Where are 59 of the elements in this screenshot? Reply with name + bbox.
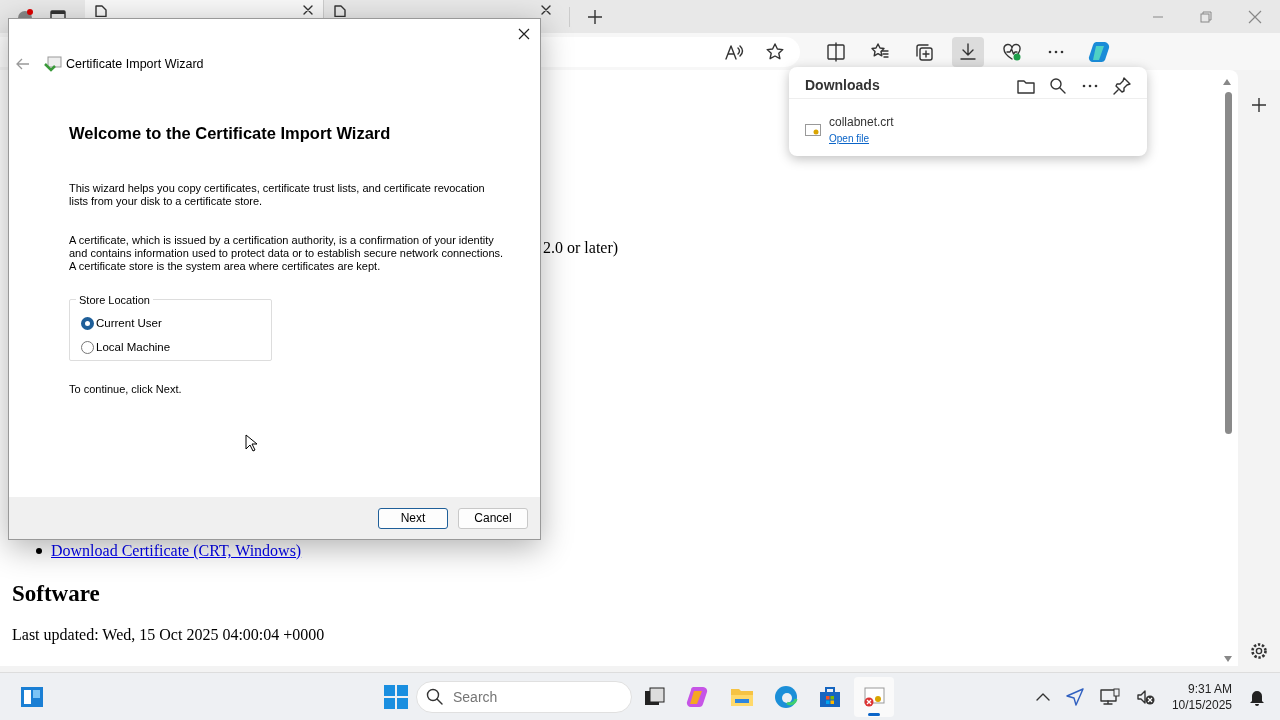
network-icon[interactable] — [1099, 687, 1120, 706]
clock-date: 10/15/2025 — [1171, 696, 1232, 713]
health-icon[interactable] — [1002, 41, 1022, 62]
read-aloud-icon[interactable] — [724, 42, 744, 61]
page-text: Last updated: Wed, 15 Oct 2025 04:00:04 +0000 — [12, 625, 325, 646]
radio-label: Local Machine — [96, 339, 171, 355]
search-icon[interactable] — [1049, 76, 1067, 95]
clock-time: 9:31 AM — [1186, 680, 1232, 697]
certificate-icon — [44, 56, 62, 73]
wizard-button[interactable]: Cancel — [458, 507, 528, 529]
certificate-icon — [805, 122, 821, 137]
back-icon[interactable] — [16, 58, 30, 71]
close-icon[interactable] — [541, 5, 551, 15]
close-icon[interactable] — [518, 28, 530, 40]
split-screen-icon[interactable] — [826, 41, 846, 62]
collections-icon[interactable] — [914, 41, 934, 62]
page-text: 2.0 or later) — [543, 238, 619, 259]
pin-icon[interactable] — [1113, 76, 1131, 95]
search-field[interactable]: Search — [416, 680, 632, 713]
chevron-up-icon[interactable] — [1035, 691, 1050, 702]
radio-option[interactable]: Local Machine — [81, 335, 271, 360]
radio-button[interactable] — [81, 317, 94, 330]
favorite-icon[interactable] — [766, 42, 784, 61]
file-name: collabnet.crt — [829, 114, 894, 131]
store-icon[interactable] — [818, 684, 842, 709]
section-heading: Software — [12, 580, 100, 608]
bullet-icon — [36, 548, 42, 554]
radio-button[interactable] — [81, 341, 94, 354]
description-text: A certificate, which is issued by a certification authority, is a confirmation of your identity and contains information used to protect data or to establish secure network connections. A certificate store is the system area where certificates are kept. — [69, 233, 504, 273]
scroll-up-icon[interactable] — [1222, 78, 1232, 86]
page-icon — [334, 5, 346, 17]
scrollbar-thumb[interactable] — [1225, 92, 1232, 434]
radio-label: Current User — [96, 315, 162, 331]
cursor-icon — [245, 434, 257, 452]
scroll-down-icon[interactable] — [1223, 655, 1233, 663]
wizard-button[interactable]: Next — [378, 507, 448, 529]
close-icon[interactable] — [303, 5, 313, 15]
settings-icon[interactable] — [1250, 642, 1268, 660]
new-tab-icon[interactable] — [588, 9, 602, 24]
copilot-icon[interactable] — [1088, 39, 1112, 64]
copilot-icon[interactable] — [686, 684, 710, 709]
radio-option[interactable]: Current User — [81, 311, 271, 336]
open-file-link[interactable]: Open file — [829, 131, 894, 146]
description-text: This wizard helps you copy certificates, certificate trust lists, and certificate revocation lists from your disk to a certificate store. — [69, 181, 486, 208]
folder-icon[interactable] — [1017, 77, 1035, 94]
page-icon — [95, 5, 107, 17]
panel-title: Downloads — [805, 76, 881, 95]
start-icon[interactable] — [384, 684, 408, 709]
edge-icon[interactable] — [774, 684, 798, 709]
widgets-icon[interactable] — [20, 684, 44, 709]
download-link[interactable]: Download Certificate (CRT, Windows) — [51, 539, 302, 563]
wizard-heading: Welcome to the Certificate Import Wizard — [69, 122, 392, 144]
certificate-icon[interactable] — [862, 684, 886, 709]
search-icon — [426, 687, 444, 706]
hint-text: To continue, click Next. — [69, 381, 183, 397]
download-icon[interactable] — [958, 41, 978, 62]
add-icon[interactable] — [1252, 98, 1266, 112]
location-icon[interactable] — [1065, 687, 1084, 706]
dialog-title: Certificate Import Wizard — [66, 56, 204, 73]
